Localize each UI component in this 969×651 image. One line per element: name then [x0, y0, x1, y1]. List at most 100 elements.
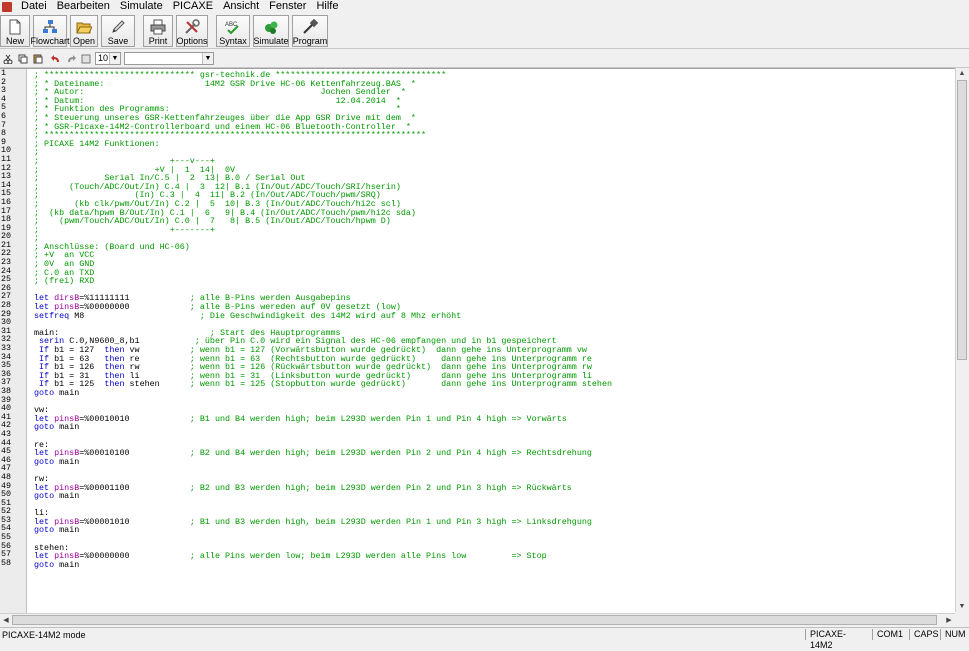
code-line[interactable]: let pinsB=%00010100 ; B2 und B4 werden h… [34, 449, 949, 458]
paste-icon[interactable] [31, 52, 45, 66]
syntax-button[interactable]: ABC Syntax [216, 15, 250, 47]
status-mode: PICAXE-14M2 mode [2, 629, 86, 640]
flowchart-icon [42, 19, 58, 36]
code-line[interactable]: ; PICAXE 14M2 Funktionen: [34, 138, 949, 149]
code-token: ; B1 und B4 werden high; beim L293D werd… [189, 413, 567, 424]
open-recent-icon[interactable] [79, 52, 93, 66]
code-token: main [59, 491, 80, 502]
code-line[interactable] [34, 535, 949, 544]
cut-icon[interactable] [1, 52, 15, 66]
code-line[interactable]: goto main [34, 492, 949, 501]
menu-datei[interactable]: Datei [16, 0, 52, 13]
code-line[interactable]: If b1 = 125 then stehen ; wenn b1 = 125 … [34, 380, 949, 389]
toolbar-button-label: Print [148, 36, 168, 46]
program-button[interactable]: Program [292, 15, 328, 47]
scroll-left-icon[interactable]: ◀ [0, 615, 12, 626]
code-line[interactable]: let pinsB=%00001010 ; B1 und B3 werden h… [34, 518, 949, 527]
scroll-right-icon[interactable]: ▶ [943, 615, 955, 626]
code-token: goto [34, 525, 60, 536]
code-area[interactable]: ; ****************************** gsr-tec… [34, 71, 949, 611]
save-button[interactable]: Save [101, 15, 135, 47]
main-toolbar: New Flowchart Open Save Print Options ABC Synta… [0, 14, 969, 49]
code-token: goto [34, 456, 60, 467]
code-line[interactable]: ; Anschlüsse: (Board und HC-06) [34, 243, 949, 252]
simulate-button[interactable]: Simulate [253, 15, 289, 47]
menu-hilfe[interactable]: Hilfe [311, 0, 343, 13]
font-size-select[interactable]: 10 ▼ [95, 52, 121, 65]
new-button[interactable]: New [0, 15, 30, 47]
code-line[interactable]: setfreq M8 ; Die Geschwindigkeit des 14M… [34, 311, 949, 321]
toolbar-button-label: Save [107, 36, 129, 46]
menu-ansicht[interactable]: Ansicht [218, 0, 264, 13]
toolbar-button-label: Program [292, 36, 328, 46]
code-token: main [59, 456, 80, 467]
code-line[interactable]: goto main [34, 456, 949, 467]
code-token: ; (frei) RXD [34, 276, 95, 287]
vertical-scroll-thumb[interactable] [957, 80, 967, 360]
code-line[interactable]: let pinsB=%00010010 ; B1 und B4 werden h… [34, 413, 949, 424]
code-token: main [59, 559, 80, 570]
code-line[interactable] [34, 432, 949, 441]
code-token: =%00000000 [79, 551, 190, 562]
code-token: ; wenn b1 = 125 (Stopbutton wurde gedrüc… [189, 379, 612, 390]
code-line[interactable]: ; 0V an GND [34, 260, 949, 269]
tools-icon [184, 19, 200, 36]
code-token: =%00010010 [79, 413, 190, 424]
printer-icon [150, 19, 166, 36]
code-token: stehen [129, 379, 190, 390]
chevron-down-icon[interactable]: ▼ [109, 53, 120, 64]
scroll-up-icon[interactable]: ▲ [956, 68, 968, 79]
scroll-down-icon[interactable]: ▼ [956, 601, 968, 612]
code-token: ; B2 und B4 werden high; beim L293D werd… [189, 448, 592, 459]
code-line[interactable]: goto main [34, 526, 949, 535]
font-name-select[interactable]: ▼ [124, 52, 214, 65]
menu-fenster[interactable]: Fenster [264, 0, 311, 13]
font-size-value: 10 [98, 53, 109, 63]
chevron-down-icon[interactable]: ▼ [202, 53, 213, 64]
options-button[interactable]: Options [176, 15, 208, 47]
code-line[interactable]: goto main [34, 561, 949, 570]
code-line[interactable]: ; **************************************… [34, 131, 949, 140]
toolbar-button-label: Simulate [253, 36, 289, 46]
menu-picaxe[interactable]: PICAXE [168, 0, 218, 13]
code-token: ; PICAXE 14M2 Funktionen: [34, 138, 160, 149]
print-button[interactable]: Print [143, 15, 173, 47]
code-token: then [104, 379, 130, 390]
status-caps: CAPS [909, 629, 940, 640]
line-number-gutter: 1 2 3 4 5 6 7 8 9 10 11 12 13 14 15 16 17 18 19 20 21 22 23 24 2… [0, 69, 27, 613]
menu-bar: Datei Bearbeiten Simulate PICAXE Ansicht Fens… [0, 0, 969, 13]
program-cable-icon [302, 19, 318, 36]
menu-simulate[interactable]: Simulate [115, 0, 168, 13]
app-icon[interactable] [2, 1, 12, 12]
code-token: ; +-------+ [34, 224, 215, 235]
horizontal-scroll-thumb[interactable] [12, 615, 937, 625]
edit-toolbar: 10 ▼ ▼ [0, 50, 969, 68]
code-line[interactable]: let pinsB=%00001100 ; B2 und B3 werden h… [34, 482, 949, 493]
code-token: ; B2 und B3 werden high; beim L293D werd… [189, 482, 572, 493]
code-token: main [59, 387, 80, 398]
code-token: =%00010100 [79, 448, 190, 459]
status-bar: PICAXE-14M2 mode PICAXE-14M2 COM1 CAPS N… [0, 627, 969, 650]
code-line[interactable] [34, 466, 949, 475]
syntax-check-icon: ABC [225, 19, 241, 36]
vertical-scrollbar[interactable]: ▲ ▼ [955, 68, 969, 612]
code-line[interactable]: ; +V an VCC [34, 251, 949, 260]
code-line[interactable]: let pinsB=%00000000 ; alle Pins werden l… [34, 552, 949, 561]
code-line[interactable] [34, 398, 949, 407]
open-button[interactable]: Open [70, 15, 98, 47]
code-token: goto [34, 491, 60, 502]
copy-icon[interactable] [16, 52, 30, 66]
code-line[interactable] [34, 501, 949, 510]
code-token: main [59, 525, 80, 536]
code-editor[interactable]: 1 2 3 4 5 6 7 8 9 10 11 12 13 14 15 16 17 18 19 20 21 22 23 24 2… [0, 68, 955, 613]
code-line[interactable]: ; C.0 an TXD [34, 268, 949, 278]
flowchart-button[interactable]: Flowchart [31, 15, 70, 47]
redo-icon[interactable] [64, 52, 78, 66]
code-line[interactable]: goto main [34, 423, 949, 432]
horizontal-scrollbar[interactable]: ◀ ▶ [0, 613, 955, 627]
undo-icon[interactable] [49, 52, 63, 66]
menu-bearbeiten[interactable]: Bearbeiten [52, 0, 115, 13]
code-line[interactable]: ; +-------+ [34, 224, 949, 235]
code-line[interactable]: goto main [34, 389, 949, 398]
code-line[interactable]: ; (frei) RXD [34, 277, 949, 286]
